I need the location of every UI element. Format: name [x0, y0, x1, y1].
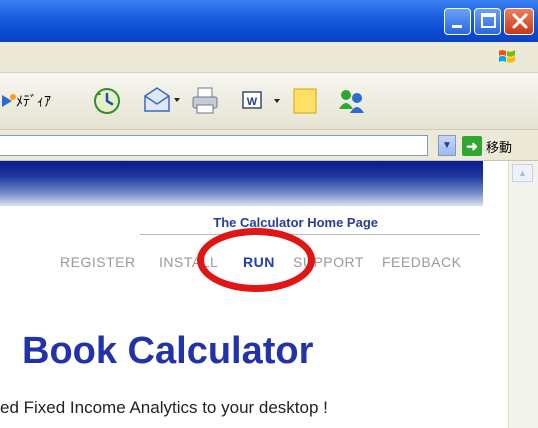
media-icon [2, 94, 16, 107]
word-edit-icon: W [242, 91, 280, 109]
mail-icon [144, 87, 180, 112]
windows-logo-icon [499, 50, 515, 63]
print-button[interactable] [190, 86, 220, 116]
address-input[interactable] [0, 135, 428, 156]
nav-link-register[interactable]: REGISTER [60, 254, 136, 270]
note-icon [293, 88, 317, 114]
mail-button[interactable] [142, 86, 182, 116]
highlight-ellipse [197, 228, 315, 292]
page-heading: Book Calculator [22, 330, 314, 372]
page-banner [0, 161, 483, 206]
minimize-icon [445, 9, 470, 34]
close-icon [505, 9, 533, 34]
maximize-button[interactable] [474, 8, 501, 35]
print-icon [192, 87, 218, 114]
maximize-icon [475, 9, 500, 34]
go-button[interactable]: ➜ 移動 [462, 134, 534, 158]
history-button[interactable] [92, 86, 122, 116]
svg-text:W: W [247, 96, 258, 108]
chevron-up-icon: ▲ [518, 168, 527, 178]
minimize-button[interactable] [444, 8, 471, 35]
history-icon [94, 88, 120, 114]
page-subtitle: The Calculator Home Page [213, 215, 378, 230]
divider [140, 234, 480, 235]
discuss-button[interactable] [290, 86, 322, 116]
messenger-icon [339, 90, 364, 113]
edit-button[interactable]: W [240, 86, 284, 116]
chevron-down-icon: ▼ [442, 140, 452, 151]
vertical-scrollbar[interactable] [508, 161, 538, 428]
messenger-button[interactable] [336, 86, 368, 116]
address-dropdown-button[interactable]: ▼ [438, 135, 456, 156]
scroll-up-button[interactable]: ▲ [512, 164, 533, 182]
media-label: ﾒﾃﾞｨｱ [16, 94, 51, 110]
menu-bar [0, 42, 538, 73]
nav-link-feedback[interactable]: FEEDBACK [382, 254, 461, 270]
close-button[interactable] [504, 8, 534, 35]
page-tagline: ed Fixed Income Analytics to your deskto… [0, 398, 328, 417]
media-button[interactable]: ﾒﾃﾞｨｱ [0, 86, 51, 116]
go-label: 移動 [486, 140, 513, 156]
go-arrow-icon: ➜ [462, 136, 482, 156]
